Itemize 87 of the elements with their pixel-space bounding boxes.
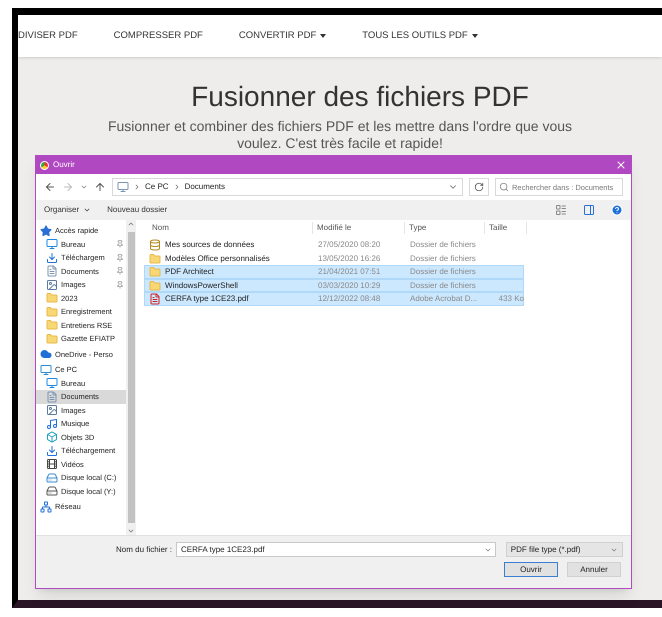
help-icon[interactable] <box>611 204 623 216</box>
file-type: Dossier de fichiers <box>409 252 477 264</box>
download-icon <box>46 444 58 457</box>
chevron-down-icon <box>484 546 492 554</box>
new-folder-button[interactable]: Nouveau dossier <box>107 204 168 216</box>
file-size: 433 Ko <box>498 293 525 305</box>
pdf-file-icon <box>149 293 161 305</box>
refresh-button[interactable] <box>469 178 489 196</box>
column-header[interactable]: Nom <box>148 222 313 234</box>
file-type: Dossier de fichiers <box>409 239 477 251</box>
monitor-icon <box>46 238 58 250</box>
computer-icon <box>117 181 129 193</box>
scroll-up-icon[interactable] <box>127 220 135 228</box>
file-row[interactable]: CERFA type 1CE23.pdf 12/12/2022 08:48 Adobe Acrobat D... 433 Ko <box>144 292 524 306</box>
nav-link[interactable]: DIVISER PDF <box>18 28 78 44</box>
search-icon <box>499 182 509 192</box>
star-icon <box>40 224 52 237</box>
document-icon <box>46 265 58 278</box>
dialog-title: Ouvrir <box>53 159 76 171</box>
page-subtitle: Fusionner et combiner des fichiers PDF et les mettre dans l'ordre que vous voulez. C'est très facile et rapide! <box>106 118 574 152</box>
file-row[interactable]: Mes sources de données 27/05/2020 08:20 Dossier de fichiers <box>144 238 524 252</box>
preview-pane-icon[interactable] <box>583 204 595 216</box>
film-icon <box>46 458 58 470</box>
column-header[interactable]: Type <box>405 222 485 234</box>
folder-icon <box>149 252 161 264</box>
column-header[interactable]: Taille <box>485 222 527 234</box>
view-options-icon[interactable] <box>555 204 567 216</box>
scrollbar[interactable] <box>126 220 136 535</box>
filename-label: Nom du fichier : <box>116 544 172 556</box>
file-row[interactable]: Modèles Office personnalisés 13/05/2020 16:26 Dossier de fichiers <box>144 252 524 265</box>
close-icon[interactable] <box>615 159 627 171</box>
file-name: CERFA type 1CE23.pdf <box>165 293 249 305</box>
caret-icon <box>83 206 92 214</box>
nav-link[interactable]: CONVERTIR PDF <box>238 28 326 44</box>
file-name: Modèles Office personnalisés <box>165 252 270 264</box>
file-row[interactable]: PDF Architect 21/04/2021 07:51 Dossier de fichiers <box>144 265 524 278</box>
picture-icon <box>46 278 58 291</box>
document-icon <box>46 390 58 403</box>
download-icon <box>46 252 58 264</box>
nav-link[interactable]: COMPRESSER PDF <box>114 28 203 44</box>
organize-button[interactable]: Organiser <box>44 204 92 216</box>
chevron-down-icon[interactable] <box>80 183 88 191</box>
folder-icon <box>149 280 161 292</box>
drive-icon <box>46 485 58 498</box>
address-bar[interactable]: Ce PC Documents <box>112 178 463 196</box>
file-name: PDF Architect <box>165 266 214 278</box>
scrollbar-thumb[interactable] <box>128 232 134 523</box>
folder-icon <box>149 266 161 278</box>
column-header[interactable]: Modifié le <box>313 222 405 234</box>
open-button[interactable]: Ouvrir <box>504 562 558 577</box>
modified-date: 12/12/2022 08:48 <box>317 293 382 305</box>
file-type-dropdown[interactable]: PDF file type (*.pdf) <box>506 542 623 557</box>
file-name: Mes sources de données <box>165 239 254 251</box>
music-note-icon <box>46 418 58 430</box>
back-arrow-icon[interactable] <box>44 181 56 193</box>
folder-icon <box>46 292 58 304</box>
refresh-icon <box>474 182 484 192</box>
modified-date: 13/05/2020 16:26 <box>317 252 382 264</box>
file-name: WindowsPowerShell <box>165 280 238 292</box>
cloud-icon <box>40 348 52 360</box>
scroll-down-icon[interactable] <box>127 527 135 535</box>
app-logo-icon <box>40 160 49 170</box>
file-type: Adobe Acrobat D... <box>409 293 478 305</box>
monitor-icon <box>46 377 58 390</box>
file-row[interactable]: WindowsPowerShell 03/03/2020 10:29 Dossier de fichiers <box>144 278 524 292</box>
up-arrow-icon[interactable] <box>94 181 106 193</box>
drive-icon <box>46 472 58 484</box>
breadcrumb-item[interactable]: Documents <box>184 181 226 193</box>
folder-icon <box>46 306 58 318</box>
modified-date: 27/05/2020 08:20 <box>317 239 382 251</box>
data-folder-icon <box>149 239 161 251</box>
page-title: Fusionner des fichiers PDF <box>190 80 530 114</box>
modified-date: 21/04/2021 07:51 <box>317 266 382 278</box>
cube-icon <box>46 431 58 444</box>
computer-icon <box>40 364 52 376</box>
folder-icon <box>46 332 58 345</box>
filename-field[interactable]: CERFA type 1CE23.pdf <box>176 542 496 557</box>
cancel-button[interactable]: Annuler <box>567 562 621 577</box>
network-icon <box>40 500 52 513</box>
folder-icon <box>46 319 58 332</box>
modified-date: 03/03/2020 10:29 <box>317 280 382 292</box>
picture-icon <box>46 404 58 416</box>
nav-link[interactable]: TOUS LES OUTILS PDF <box>362 28 478 44</box>
breadcrumb-item[interactable]: Ce PC <box>145 181 169 193</box>
file-type: Dossier de fichiers <box>409 266 477 278</box>
file-type: Dossier de fichiers <box>409 280 477 292</box>
chevron-right-icon <box>133 183 141 191</box>
